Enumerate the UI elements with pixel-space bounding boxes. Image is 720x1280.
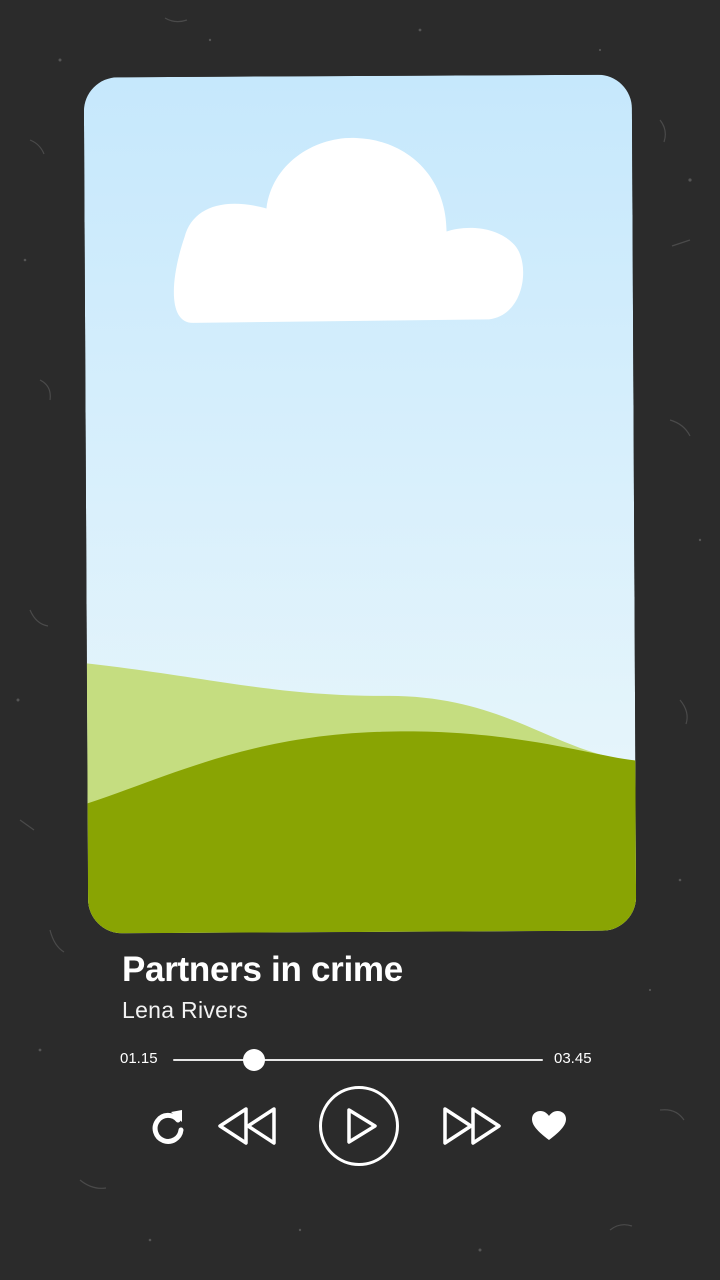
elapsed-time: 01.15 xyxy=(120,1050,158,1067)
fast-forward-icon xyxy=(443,1107,501,1145)
repeat-icon xyxy=(152,1110,184,1144)
fast-forward-button[interactable] xyxy=(440,1105,504,1147)
repeat-button[interactable] xyxy=(149,1106,187,1146)
track-title: Partners in crime xyxy=(122,950,403,989)
play-icon xyxy=(319,1086,399,1166)
favorite-button[interactable] xyxy=(531,1110,567,1142)
rewind-button[interactable] xyxy=(215,1105,279,1147)
progress-thumb[interactable] xyxy=(243,1049,266,1071)
play-button[interactable] xyxy=(318,1085,400,1167)
total-time: 03.45 xyxy=(554,1050,592,1067)
track-artist: Lena Rivers xyxy=(122,997,249,1023)
rewind-icon xyxy=(218,1107,276,1145)
heart-icon xyxy=(532,1111,566,1140)
album-artwork xyxy=(83,74,637,934)
progress-bar[interactable] xyxy=(173,1049,543,1071)
